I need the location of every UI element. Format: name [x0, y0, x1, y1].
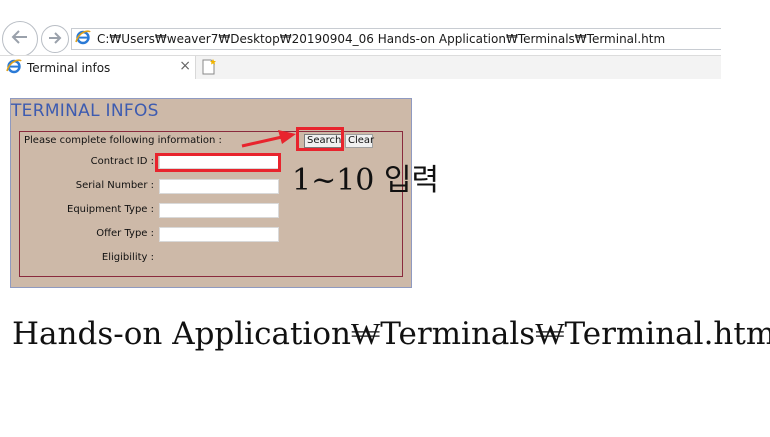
back-button[interactable] [2, 21, 38, 57]
serial-number-input[interactable] [159, 179, 279, 194]
caption-text: Hands-on Application₩Terminals₩Terminal.… [12, 316, 770, 352]
serial-number-label: Serial Number : [75, 180, 154, 191]
new-tab-icon[interactable] [200, 58, 218, 76]
eligibility-label: Eligibility : [101, 252, 154, 263]
address-bar[interactable]: C:₩Users₩weaver7₩Desktop₩20190904_06 Han… [71, 28, 721, 50]
tab-terminal-infos[interactable]: Terminal infos × [0, 56, 196, 79]
ie-icon [6, 58, 22, 78]
offer-type-label: Offer Type : [96, 228, 154, 239]
forward-button[interactable] [41, 25, 69, 53]
contract-id-label: Contract ID : [90, 156, 154, 167]
clear-button[interactable]: Clear [345, 134, 374, 148]
annotation-note: 1~10 입력 [292, 163, 440, 198]
arrow-left-icon [10, 29, 30, 49]
close-icon[interactable]: × [179, 58, 191, 74]
equipment-type-label: Equipment Type : [67, 204, 154, 215]
search-highlight-box [296, 127, 344, 151]
annotation-arrow-icon [241, 130, 296, 148]
address-url: C:₩Users₩weaver7₩Desktop₩20190904_06 Han… [97, 32, 666, 46]
page-title: TERMINAL INFOS [11, 101, 159, 121]
ie-icon [75, 29, 91, 49]
offer-type-input[interactable] [159, 227, 279, 242]
tab-title: Terminal infos [27, 60, 111, 75]
equipment-type-input[interactable] [159, 203, 279, 218]
arrow-right-icon [47, 30, 63, 49]
instruction-text: Please complete following information : [24, 135, 222, 146]
contract-id-highlight-box [155, 153, 281, 172]
tab-strip: Terminal infos × [0, 55, 721, 79]
